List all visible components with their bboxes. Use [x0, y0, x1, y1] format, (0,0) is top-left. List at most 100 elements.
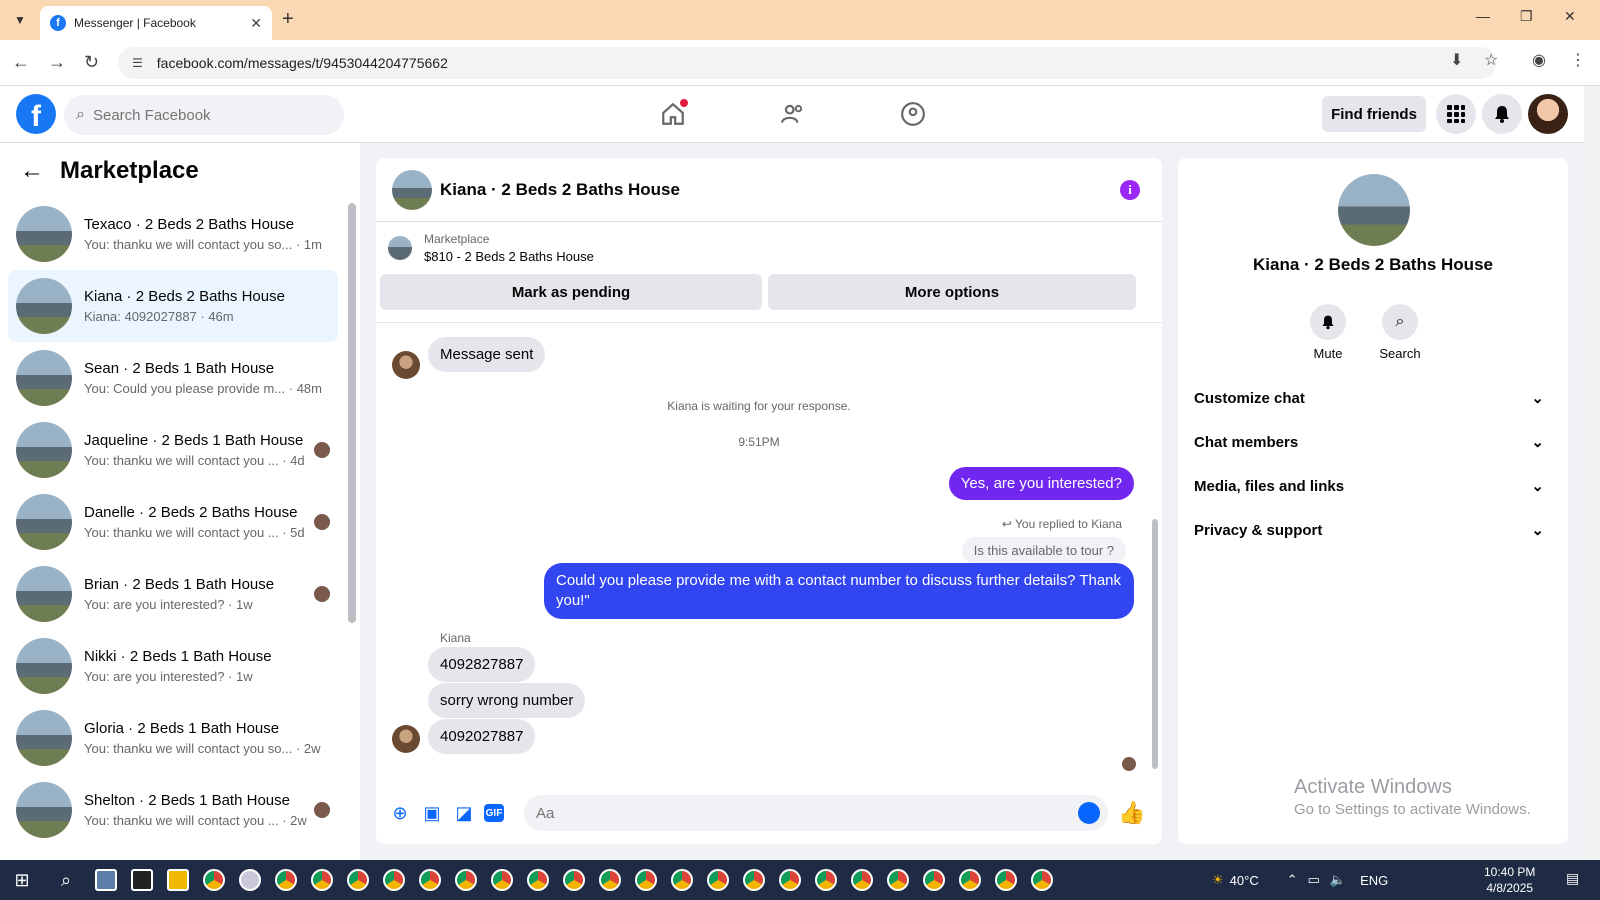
search-button[interactable]: ⌕ Search — [1370, 304, 1430, 361]
listing-title: $810 - 2 Beds 2 Baths House — [424, 249, 594, 264]
sticker-icon[interactable]: ◪ — [452, 801, 476, 825]
facebook-search[interactable]: ⌕ — [64, 95, 344, 135]
windows-start-icon[interactable]: ⊞ — [0, 860, 44, 900]
gif-icon[interactable]: GIF — [484, 804, 504, 822]
taskbar-app-icon[interactable] — [232, 860, 268, 900]
chrome-icon[interactable] — [1024, 860, 1060, 900]
more-options-button[interactable]: More options — [768, 274, 1136, 310]
privacy-support-row[interactable]: Privacy & support ⌄ — [1194, 512, 1552, 548]
conversation-item[interactable]: Sean · 2 Beds 1 Bath House You: Could you… — [8, 342, 338, 414]
bookmark-star-icon[interactable]: ☆ — [1484, 50, 1498, 70]
conversation-item[interactable]: Jaqueline · 2 Beds 1 Bath House You: than… — [8, 414, 338, 486]
chrome-icon[interactable] — [916, 860, 952, 900]
browser-tab[interactable]: f Messenger | Facebook ✕ — [40, 6, 272, 40]
page-scrollbar[interactable] — [1584, 86, 1600, 860]
menu-grid-icon[interactable] — [1436, 94, 1476, 134]
conversation-item[interactable]: Danelle · 2 Beds 2 Baths House You: thank… — [8, 486, 338, 558]
message-input[interactable] — [536, 804, 1056, 822]
site-info-icon[interactable]: ☰ — [132, 56, 143, 70]
conversation-item[interactable]: Texaco · 2 Beds 2 Baths House You: thanku… — [8, 198, 338, 270]
conversation-item[interactable]: Gloria · 2 Beds 1 Bath House You: thanku … — [8, 702, 338, 774]
forward-icon[interactable]: → — [48, 52, 66, 73]
search-input[interactable] — [92, 106, 313, 124]
chat-avatar[interactable] — [392, 169, 432, 210]
media-files-links-row[interactable]: Media, files and links ⌄ — [1194, 468, 1552, 504]
photo-icon[interactable]: ▣ — [420, 801, 444, 825]
chrome-icon[interactable] — [268, 860, 304, 900]
chrome-icon[interactable] — [556, 860, 592, 900]
chrome-icon[interactable] — [700, 860, 736, 900]
chrome-icon[interactable] — [880, 860, 916, 900]
conversation-item[interactable]: Shelton · 2 Beds 1 Bath House You: thanku… — [8, 774, 338, 846]
chrome-icon[interactable] — [196, 860, 232, 900]
chrome-icon[interactable] — [592, 860, 628, 900]
window-close-icon[interactable]: ✕ — [1564, 8, 1576, 25]
mute-button[interactable]: Mute — [1298, 304, 1358, 361]
taskbar-search-icon[interactable]: ⌕ — [44, 860, 88, 900]
weather-icon[interactable]: ☀ — [1212, 872, 1224, 888]
clock[interactable]: 10:40 PM 4/8/2025 — [1484, 864, 1535, 896]
profile-icon[interactable]: ◉ — [1532, 50, 1546, 70]
taskbar-app-icon[interactable] — [160, 860, 196, 900]
thumbs-up-icon[interactable]: 👍 — [1118, 800, 1145, 826]
restore-icon[interactable]: ❐ — [1520, 8, 1533, 25]
chrome-icon[interactable] — [844, 860, 880, 900]
chrome-icon[interactable] — [772, 860, 808, 900]
temperature[interactable]: 40°C — [1230, 873, 1259, 888]
chrome-icon[interactable] — [628, 860, 664, 900]
chrome-icon[interactable] — [304, 860, 340, 900]
install-app-icon[interactable]: ⬇ — [1450, 50, 1463, 70]
bell-icon — [1310, 304, 1346, 340]
chrome-icon[interactable] — [520, 860, 556, 900]
plus-circle-icon[interactable]: ⊕ — [388, 801, 412, 825]
taskbar-app-icon[interactable] — [124, 860, 160, 900]
info-icon[interactable]: i — [1120, 180, 1140, 200]
emoji-icon[interactable] — [1078, 802, 1100, 824]
customize-chat-row[interactable]: Customize chat ⌄ — [1194, 380, 1552, 416]
message-input-box[interactable] — [524, 795, 1108, 831]
conversation-item[interactable]: Brian · 2 Beds 1 Bath House You: are you … — [8, 558, 338, 630]
browser-menu-icon[interactable]: ⋮ — [1570, 50, 1586, 70]
taskbar-app-icon[interactable] — [88, 860, 124, 900]
new-tab-icon[interactable]: + — [282, 8, 294, 31]
groups-icon[interactable] — [897, 98, 929, 130]
back-arrow-icon[interactable]: ← — [20, 157, 44, 185]
chrome-icon[interactable] — [988, 860, 1024, 900]
chrome-icon[interactable] — [448, 860, 484, 900]
chrome-icon[interactable] — [664, 860, 700, 900]
facebook-logo-icon[interactable]: f — [16, 94, 56, 134]
tray-chevron-icon[interactable]: ⌃ — [1287, 872, 1298, 888]
tab-search-chevron-icon[interactable]: ▼ — [8, 8, 32, 32]
url-text[interactable]: facebook.com/messages/t/9453044204775662 — [157, 55, 448, 71]
chrome-icon[interactable] — [484, 860, 520, 900]
friends-icon[interactable] — [777, 98, 809, 130]
chat-scrollbar[interactable] — [1152, 519, 1158, 769]
chat-members-row[interactable]: Chat members ⌄ — [1194, 424, 1552, 460]
account-avatar[interactable] — [1528, 94, 1568, 134]
chrome-icon[interactable] — [340, 860, 376, 900]
network-icon[interactable]: ▭ — [1308, 872, 1320, 888]
back-icon[interactable]: ← — [12, 52, 30, 73]
sidebar-scrollbar[interactable] — [348, 203, 356, 623]
volume-icon[interactable]: 🔈 — [1330, 872, 1346, 888]
minimize-icon[interactable]: — — [1476, 8, 1490, 24]
chrome-icon[interactable] — [808, 860, 844, 900]
notification-center-icon[interactable]: ▤ — [1566, 870, 1579, 887]
reload-icon[interactable]: ↻ — [84, 52, 99, 73]
home-icon[interactable] — [657, 98, 689, 130]
facebook-header: f ⌕ Find friends — [0, 86, 1584, 143]
chat-title[interactable]: Kiana · 2 Beds 2 Baths House — [440, 180, 680, 200]
find-friends-button[interactable]: Find friends — [1322, 96, 1426, 132]
notifications-bell-icon[interactable] — [1482, 94, 1522, 134]
url-field[interactable]: ☰ facebook.com/messages/t/94530442047756… — [118, 47, 1496, 79]
chrome-icon[interactable] — [952, 860, 988, 900]
chrome-icon[interactable] — [412, 860, 448, 900]
language-indicator[interactable]: ENG — [1360, 873, 1388, 888]
tab-close-icon[interactable]: ✕ — [250, 15, 262, 32]
conversation-item[interactable]: Nikki · 2 Beds 1 Bath House You: are you … — [8, 630, 338, 702]
chrome-icon[interactable] — [376, 860, 412, 900]
mark-as-pending-button[interactable]: Mark as pending — [380, 274, 762, 310]
listing-banner[interactable]: Marketplace $810 - 2 Beds 2 Baths House — [388, 232, 594, 264]
chrome-icon[interactable] — [736, 860, 772, 900]
conversation-item-active[interactable]: Kiana · 2 Beds 2 Baths House Kiana: 40920… — [8, 270, 338, 342]
